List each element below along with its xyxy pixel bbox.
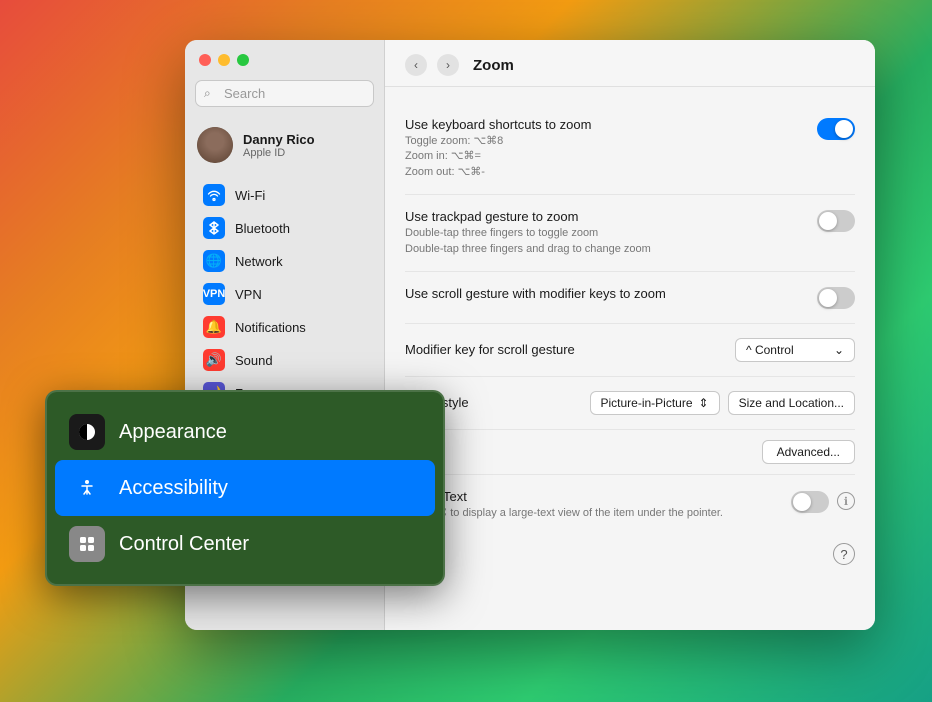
hover-text-controls: ℹ [791,490,855,513]
sidebar-item-network[interactable]: 🌐 Network [191,245,378,277]
help-button[interactable]: ? [833,543,855,565]
scroll-gesture-row: Use scroll gesture with modifier keys to… [405,272,855,324]
content-header: ‹ › Zoom [385,40,875,87]
content-body: Use keyboard shortcuts to zoom Toggle zo… [385,87,875,630]
advanced-button[interactable]: Advanced... [762,440,855,464]
avatar [197,127,233,163]
popup-item-control-center[interactable]: Control Center [55,516,435,572]
bluetooth-icon [203,217,225,239]
search-icon: ⌕ [204,86,211,101]
appearance-popup-icon [69,414,105,450]
hover-text-label: Hover Text [405,489,771,504]
traffic-lights [199,54,249,66]
sidebar-item-sound[interactable]: 🔊 Sound [191,344,378,376]
page-title: Zoom [473,57,514,74]
size-location-button[interactable]: Size and Location... [728,391,855,415]
keyboard-shortcuts-text: Use keyboard shortcuts to zoom Toggle zo… [405,117,797,180]
modifier-key-row: Modifier key for scroll gesture ^ Contro… [405,324,855,377]
hover-text-sublabel: Press ⌘ to display a large-text view of … [405,506,771,521]
keyboard-shortcuts-toggle[interactable] [817,118,855,140]
search-placeholder: Search [224,86,265,101]
popup-label-appearance: Appearance [119,421,227,444]
scroll-gesture-label: Use scroll gesture with modifier keys to… [405,286,797,301]
maximize-button[interactable] [237,54,249,66]
keyboard-shortcuts-sublabel: Toggle zoom: ⌥⌘8Zoom in: ⌥⌘=Zoom out: ⌥⌘… [405,134,797,180]
trackpad-gesture-text: Use trackpad gesture to zoom Double-tap … [405,209,797,257]
hover-text-text: Hover Text Press ⌘ to display a large-te… [405,489,771,521]
help-row: ? [405,535,855,573]
zoom-style-controls: Picture-in-Picture ⇕ Size and Location..… [590,391,856,415]
trackpad-gesture-label: Use trackpad gesture to zoom [405,209,797,224]
vpn-icon: VPN [203,283,225,305]
sidebar-label-network: Network [235,254,283,269]
forward-button[interactable]: › [437,54,459,76]
trackpad-gesture-sublabel: Double-tap three fingers to toggle zoomD… [405,226,797,257]
sidebar-item-vpn[interactable]: VPN VPN [191,278,378,310]
search-bar[interactable]: ⌕ Search [195,80,374,107]
sidebar-item-wifi[interactable]: Wi-Fi [191,179,378,211]
trackpad-gesture-toggle[interactable] [817,210,855,232]
toggle-knob-2 [819,212,837,230]
back-button[interactable]: ‹ [405,54,427,76]
popup-item-accessibility[interactable]: Accessibility [55,460,435,516]
modifier-key-dropdown[interactable]: ^ Control ⌄ [735,338,855,362]
hover-text-row: Hover Text Press ⌘ to display a large-te… [405,475,855,535]
sidebar-item-notifications[interactable]: 🔔 Notifications [191,311,378,343]
scroll-gesture-text: Use scroll gesture with modifier keys to… [405,286,797,303]
control-center-popup-icon [69,526,105,562]
close-button[interactable] [199,54,211,66]
user-profile[interactable]: Danny Rico Apple ID [185,119,384,171]
sidebar-label-sound: Sound [235,353,273,368]
minimize-button[interactable] [218,54,230,66]
trackpad-gesture-row: Use trackpad gesture to zoom Double-tap … [405,195,855,272]
user-info: Danny Rico Apple ID [243,132,315,159]
toggle-knob-4 [793,493,811,511]
wifi-icon [203,184,225,206]
sidebar-section-network: Wi-Fi Bluetooth 🌐 Network VPN VPN [185,179,384,311]
notifications-icon: 🔔 [203,316,225,338]
sidebar-label-notifications: Notifications [235,320,306,335]
toggle-knob-3 [819,289,837,307]
popup-item-appearance[interactable]: Appearance [55,404,435,460]
modifier-key-value: ^ Control [746,343,794,357]
modifier-key-label: Modifier key for scroll gesture [405,342,575,357]
sound-icon: 🔊 [203,349,225,371]
user-subtitle: Apple ID [243,147,315,159]
keyboard-shortcuts-row: Use keyboard shortcuts to zoom Toggle zo… [405,103,855,195]
scroll-gesture-toggle[interactable] [817,287,855,309]
advanced-row: Advanced... [405,430,855,475]
info-button[interactable]: ℹ [837,492,855,510]
user-name: Danny Rico [243,132,315,147]
popup-label-accessibility: Accessibility [119,477,228,500]
chevron-updown-icon: ⇕ [699,396,709,410]
network-icon: 🌐 [203,250,225,272]
toggle-knob [835,120,853,138]
chevron-down-icon: ⌄ [834,343,844,357]
main-content: ‹ › Zoom Use keyboard shortcuts to zoom … [385,40,875,630]
keyboard-shortcuts-label: Use keyboard shortcuts to zoom [405,117,797,132]
hover-text-toggle[interactable] [791,491,829,513]
zoom-style-row: Zoom style Picture-in-Picture ⇕ Size and… [405,377,855,430]
sidebar-item-bluetooth[interactable]: Bluetooth [191,212,378,244]
zoom-style-dropdown[interactable]: Picture-in-Picture ⇕ [590,391,720,415]
popup-label-control-center: Control Center [119,533,249,556]
zoom-style-value: Picture-in-Picture [601,396,693,410]
sidebar-label-wifi: Wi-Fi [235,188,265,203]
sidebar-label-vpn: VPN [235,287,262,302]
accessibility-popup-icon [69,470,105,506]
zoom-popup: Appearance Accessibility Control Center [45,390,445,586]
sidebar-label-bluetooth: Bluetooth [235,221,290,236]
